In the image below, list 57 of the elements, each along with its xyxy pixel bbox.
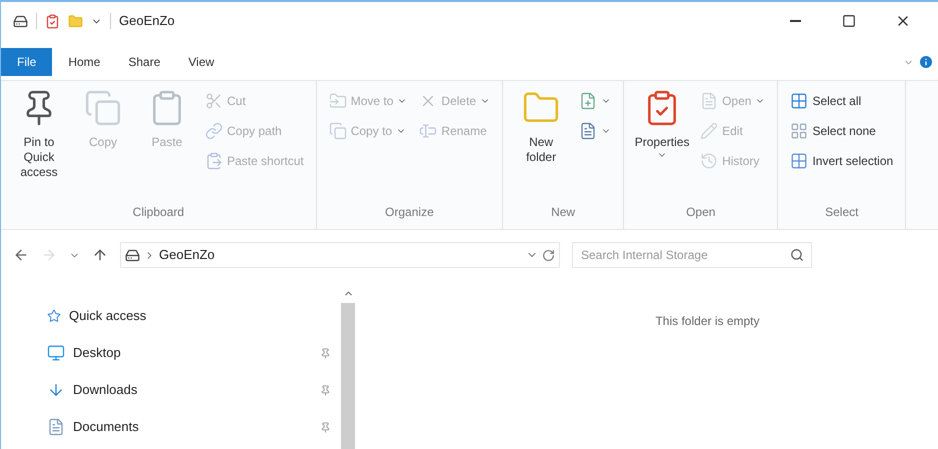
pin-icon	[320, 384, 331, 396]
ribbon-button[interactable]: Pin to Quick access	[9, 81, 69, 203]
pencil-icon	[700, 122, 718, 140]
ribbon-button[interactable]: Invert selection	[790, 149, 894, 173]
desktop-icon	[47, 344, 65, 362]
maximize-icon	[842, 14, 856, 28]
minimize-icon	[790, 20, 800, 22]
sidebar-item[interactable]: Quick access	[1, 304, 339, 328]
group-label: New	[550, 204, 576, 221]
copy-icon	[84, 89, 122, 127]
file-icon	[700, 92, 718, 110]
address-field[interactable]: GeoEnZo	[120, 242, 560, 268]
ribbon-button[interactable]: Select all	[790, 89, 894, 113]
star-icon	[47, 309, 61, 323]
window-title: GeoEnZo	[119, 12, 175, 30]
back-icon[interactable]	[13, 247, 29, 263]
empty-message: This folder is empty	[655, 313, 760, 330]
path-text: GeoEnZo	[159, 246, 216, 264]
sidebar-item[interactable]: Downloads	[1, 378, 339, 402]
link-icon	[205, 122, 223, 140]
group-label: Select	[824, 204, 860, 221]
ribbon-button[interactable]: Properties	[632, 81, 692, 203]
search-icon[interactable]	[790, 248, 804, 262]
file-tab[interactable]: File	[1, 48, 52, 76]
refresh-icon[interactable]	[542, 248, 555, 262]
pin-icon	[320, 422, 331, 432]
ribbon-tab[interactable]: View	[176, 48, 226, 76]
file-icon	[579, 122, 598, 140]
ribbon-tab[interactable]: Share	[116, 48, 172, 76]
sidebar-item[interactable]: Documents	[1, 415, 339, 439]
document-icon	[47, 418, 65, 436]
ribbon-button[interactable]: New folder	[511, 81, 572, 203]
copy-icon	[328, 122, 347, 140]
scrollbar-thumb[interactable]	[341, 303, 355, 449]
drive-icon[interactable]	[13, 14, 28, 28]
pin-icon	[320, 348, 331, 358]
group-label: Organize	[384, 204, 435, 221]
grid-icon	[790, 122, 808, 140]
checklist-icon[interactable]	[45, 14, 60, 28]
group-label: Open	[685, 204, 716, 221]
help-icon[interactable]	[918, 54, 934, 70]
grid-icon	[790, 92, 808, 110]
clipboard-icon	[205, 152, 223, 170]
history-icon	[700, 152, 718, 170]
search-field[interactable]: Search Internal Storage	[572, 242, 812, 268]
group-label: Clipboard	[132, 204, 186, 221]
up-icon[interactable]	[92, 247, 108, 263]
rename-icon	[419, 122, 438, 140]
folder-icon	[328, 92, 347, 110]
file-icon	[579, 92, 598, 110]
sidebar-item[interactable]: Desktop	[1, 341, 339, 365]
drive-icon	[125, 248, 140, 262]
download-icon	[47, 381, 65, 399]
ribbon-button[interactable]: Select none	[790, 119, 894, 143]
ribbon-tab[interactable]: Home	[56, 48, 112, 76]
grid-icon	[790, 152, 808, 170]
scissors-icon	[205, 92, 223, 110]
